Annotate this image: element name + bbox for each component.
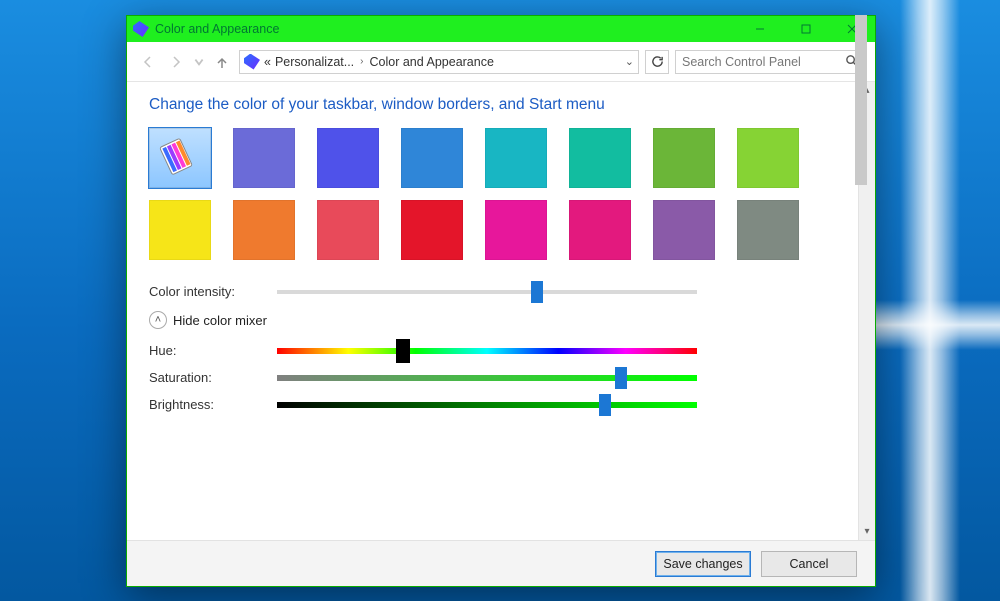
dialog-footer: Save changes Cancel <box>127 540 875 586</box>
chevron-up-icon: ˄ <box>149 311 167 329</box>
color-swatch-orange[interactable] <box>233 200 295 260</box>
saturation-slider[interactable] <box>277 371 697 385</box>
brightness-slider[interactable] <box>277 398 697 412</box>
window-title: Color and Appearance <box>155 22 279 36</box>
color-swatch-lime[interactable] <box>737 128 799 188</box>
cancel-button[interactable]: Cancel <box>761 551 857 577</box>
mixer-toggle-label: Hide color mixer <box>173 313 267 328</box>
breadcrumb[interactable]: Personalizat... <box>275 55 354 69</box>
hue-label: Hue: <box>149 343 277 358</box>
brightness-label: Brightness: <box>149 397 277 412</box>
content-pane: Change the color of your taskbar, window… <box>127 82 858 540</box>
address-bar[interactable]: « Personalizat... › Color and Appearance… <box>239 50 639 74</box>
scroll-thumb[interactable] <box>855 15 867 185</box>
color-swatch-yellow[interactable] <box>149 200 211 260</box>
hide-color-mixer-toggle[interactable]: ˄ Hide color mixer <box>149 311 836 329</box>
chevron-down-icon[interactable]: ⌄ <box>625 55 634 68</box>
color-swatch-magenta[interactable] <box>485 200 547 260</box>
color-swatch-sea[interactable] <box>569 128 631 188</box>
back-button[interactable] <box>137 51 159 73</box>
color-swatch-blue[interactable] <box>401 128 463 188</box>
personalization-icon <box>133 21 149 37</box>
color-swatch-pink[interactable] <box>569 200 631 260</box>
control-panel-icon <box>244 54 260 70</box>
color-swatch-coral[interactable] <box>317 200 379 260</box>
breadcrumb[interactable]: Color and Appearance <box>370 55 494 69</box>
refresh-button[interactable] <box>645 50 669 74</box>
window-color-and-appearance: Color and Appearance « <box>126 15 876 587</box>
color-swatch-violetblue[interactable] <box>317 128 379 188</box>
breadcrumb-ellipsis: « <box>264 55 271 69</box>
save-changes-button[interactable]: Save changes <box>655 551 751 577</box>
recent-locations-button[interactable] <box>193 51 205 73</box>
minimize-button[interactable] <box>737 16 783 42</box>
color-swatch-gray[interactable] <box>737 200 799 260</box>
color-swatch-indigo[interactable] <box>233 128 295 188</box>
page-title: Change the color of your taskbar, window… <box>149 96 836 114</box>
chevron-right-icon[interactable]: › <box>360 56 363 67</box>
color-intensity-label: Color intensity: <box>149 284 277 299</box>
color-swatch-red[interactable] <box>401 200 463 260</box>
forward-button[interactable] <box>165 51 187 73</box>
search-placeholder: Search Control Panel <box>682 55 801 69</box>
color-swatch-teal[interactable] <box>485 128 547 188</box>
up-button[interactable] <box>211 51 233 73</box>
color-swatch-olive[interactable] <box>653 128 715 188</box>
explorer-navbar: « Personalizat... › Color and Appearance… <box>127 42 875 82</box>
hue-slider[interactable] <box>277 344 697 358</box>
color-intensity-slider[interactable] <box>277 285 697 299</box>
maximize-button[interactable] <box>783 16 829 42</box>
color-swatch-automatic[interactable] <box>149 128 211 188</box>
color-swatch-grid <box>149 128 836 260</box>
color-swatch-purple[interactable] <box>653 200 715 260</box>
scroll-down-button[interactable]: ▾ <box>859 523 875 540</box>
search-input[interactable]: Search Control Panel <box>675 50 865 74</box>
vertical-scrollbar[interactable]: ▴ ▾ <box>858 82 875 540</box>
saturation-label: Saturation: <box>149 370 277 385</box>
close-button[interactable] <box>829 16 875 42</box>
titlebar[interactable]: Color and Appearance <box>127 16 875 42</box>
